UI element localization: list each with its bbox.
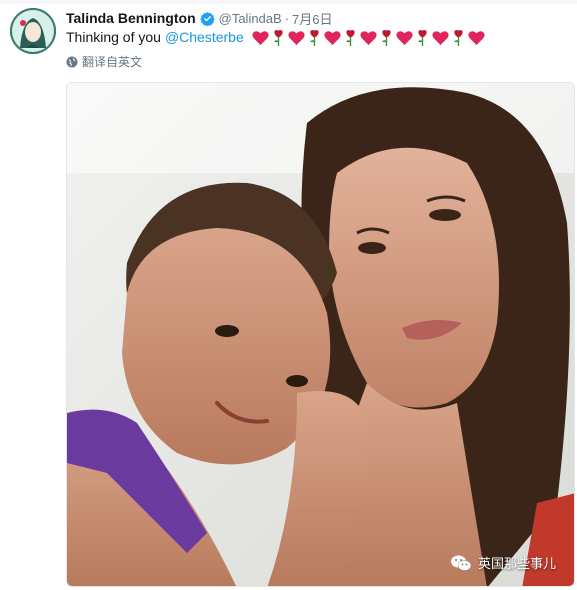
heart-emoji-icon (360, 30, 377, 45)
watermark: 英国那些事儿 (450, 553, 556, 572)
author-handle[interactable]: @TalindaB (219, 11, 282, 26)
rose-emoji-icon (346, 29, 355, 46)
heart-emoji-icon (252, 30, 269, 45)
author-avatar[interactable] (10, 8, 56, 54)
rose-emoji-icon (418, 29, 427, 46)
separator-dot: · (284, 10, 290, 26)
tweet-body: Thinking of you (66, 29, 161, 45)
heart-emoji-icon (288, 30, 305, 45)
photo-selfie (67, 83, 574, 586)
rose-emoji-icon (382, 29, 391, 46)
author-name[interactable]: Talinda Bennington (66, 10, 196, 26)
mention-link[interactable]: @Chesterbe (165, 29, 244, 45)
tweet-text: Thinking of you @Chesterbe (66, 27, 485, 47)
heart-emoji-icon (468, 30, 485, 45)
translate-label: 翻译自英文 (82, 55, 143, 69)
heart-emoji-icon (396, 30, 413, 45)
avatar-illustration (10, 8, 56, 54)
tweet-photo[interactable]: 英国那些事儿 (66, 82, 575, 587)
emoji-row (252, 29, 485, 46)
heart-emoji-icon (432, 30, 449, 45)
wechat-icon (450, 555, 472, 571)
heart-emoji-icon (324, 30, 341, 45)
rose-emoji-icon (454, 29, 463, 46)
tweet-header: Talinda Bennington @TalindaB · 7月6日 (66, 8, 333, 28)
tweet-date[interactable]: 7月6日 (292, 9, 332, 28)
rose-emoji-icon (310, 29, 319, 46)
top-strip (0, 0, 577, 4)
globe-icon (66, 56, 78, 67)
verified-badge-icon (199, 11, 215, 26)
rose-emoji-icon (274, 29, 283, 46)
translate-link[interactable]: 翻译自英文 (66, 53, 142, 70)
watermark-text: 英国那些事儿 (477, 556, 556, 571)
